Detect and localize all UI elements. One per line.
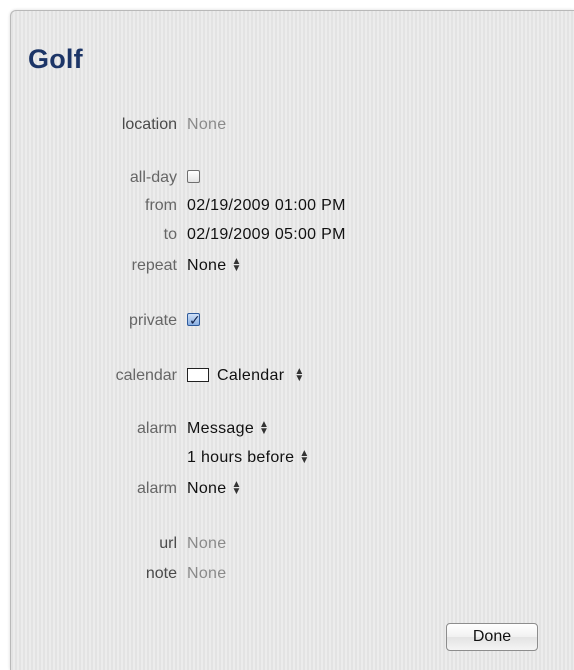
private-checkbox[interactable] (187, 308, 201, 332)
alarm-type-value-2: None (187, 480, 227, 497)
private-label: private (128, 312, 177, 329)
alarm-label-2: alarm (136, 480, 177, 497)
note-field[interactable]: None (187, 562, 226, 586)
up-down-arrows-icon: ▲ ▼ (259, 419, 270, 437)
location-row: location None (11, 113, 574, 137)
up-down-arrows-icon: ▲ ▼ (294, 366, 305, 384)
repeat-label: repeat (131, 257, 177, 274)
all-day-row: all-day (11, 166, 574, 190)
repeat-popup[interactable]: None ▲ ▼ (187, 254, 242, 278)
calendar-value: Calendar (217, 367, 285, 384)
url-label: url (159, 535, 177, 552)
to-label: to (163, 226, 177, 243)
done-button[interactable]: Done (446, 623, 538, 651)
calendar-color-swatch (187, 368, 209, 382)
alarm-row-1: alarm Message ▲ ▼ (11, 417, 574, 441)
alarm-type-popup-2[interactable]: None ▲ ▼ (187, 477, 242, 501)
event-title[interactable]: Golf (28, 44, 83, 75)
to-row: to 02/19/2009 05:00 PM (11, 223, 574, 247)
alarm-row-2: alarm None ▲ ▼ (11, 477, 574, 501)
location-field[interactable]: None (187, 113, 226, 137)
alarm-type-value-1: Message (187, 420, 255, 437)
calendar-popup[interactable]: Calendar ▲ ▼ (187, 364, 305, 388)
repeat-row: repeat None ▲ ▼ (11, 254, 574, 278)
repeat-value: None (187, 257, 227, 274)
url-field[interactable]: None (187, 532, 226, 556)
url-row: url None (11, 532, 574, 556)
alarm-timing-value-1: 1 hours before (187, 449, 295, 466)
from-label: from (145, 197, 177, 214)
all-day-label: all-day (129, 169, 177, 186)
calendar-label: calendar (115, 367, 177, 384)
alarm-timing-popup-1[interactable]: 1 hours before ▲ ▼ (187, 446, 310, 470)
to-datetime-field[interactable]: 02/19/2009 05:00 PM (187, 223, 346, 247)
from-row: from 02/19/2009 01:00 PM (11, 194, 574, 218)
from-datetime-field[interactable]: 02/19/2009 01:00 PM (187, 194, 346, 218)
up-down-arrows-icon: ▲ ▼ (231, 479, 242, 497)
alarm-label-1: alarm (136, 420, 177, 437)
up-down-arrows-icon: ▲ ▼ (299, 448, 310, 466)
alarm-type-popup-1[interactable]: Message ▲ ▼ (187, 417, 269, 441)
private-row: private (11, 308, 574, 333)
alarm-timing-row-1: 1 hours before ▲ ▼ (11, 446, 574, 470)
event-editor-panel: Golf location None all-day from 02/19/20… (10, 10, 574, 670)
all-day-checkbox[interactable] (187, 170, 200, 184)
location-label: location (121, 116, 177, 133)
up-down-arrows-icon: ▲ ▼ (231, 256, 242, 274)
note-label: note (145, 565, 177, 582)
note-row: note None (11, 562, 574, 586)
calendar-row: calendar Calendar ▲ ▼ (11, 364, 574, 388)
